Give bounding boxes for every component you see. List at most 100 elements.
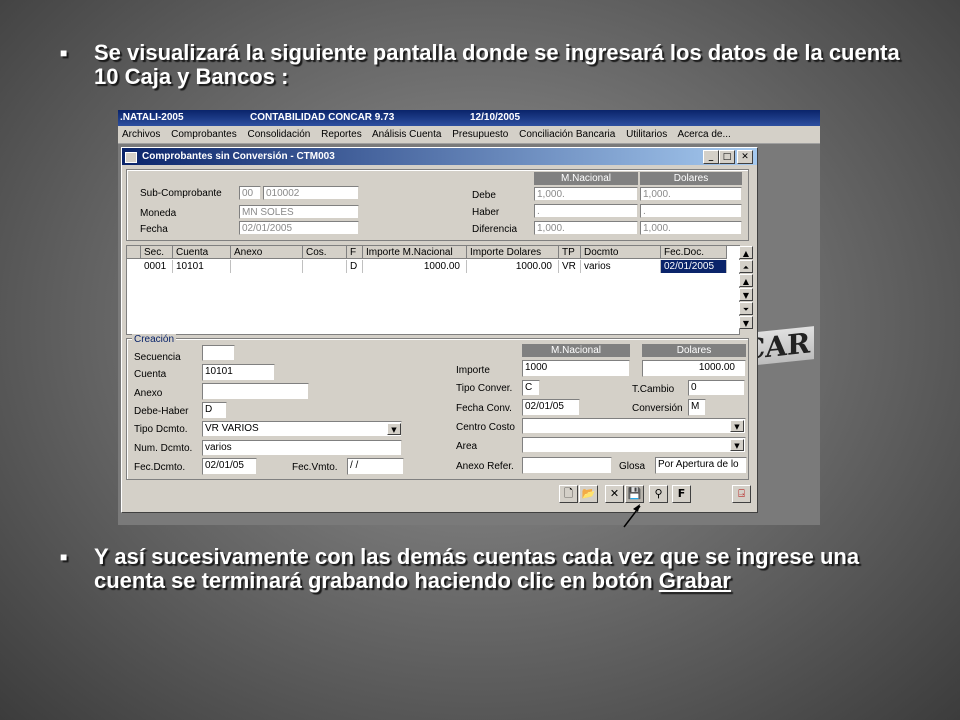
bullet-2-text: Y así sucesivamente con las demás cuenta… xyxy=(64,545,914,593)
scroll-next-icon[interactable]: ▼ xyxy=(739,288,753,301)
area-select[interactable] xyxy=(522,437,746,453)
t-cambio-label: T.Cambio xyxy=(632,384,675,395)
scroll-last-icon[interactable]: ⏷ xyxy=(739,302,753,315)
debe-haber-label: Debe-Haber xyxy=(134,406,189,417)
minimize-button[interactable]: _ xyxy=(703,150,719,164)
debe-dolares-field: 1,000. xyxy=(640,187,742,201)
scroll-first-icon[interactable]: ⏶ xyxy=(739,260,753,273)
num-dcmto-label: Num. Dcmto. xyxy=(134,443,193,454)
cell-anexo[interactable] xyxy=(231,260,303,273)
grid-header-fec-doc[interactable]: Fec.Doc. xyxy=(661,246,727,259)
app-company: .NATALI-2005 xyxy=(120,112,184,123)
grid-header-importe-dolares[interactable]: Importe Dolares xyxy=(467,246,559,259)
menu-utilitarios[interactable]: Utilitarios xyxy=(626,129,667,140)
haber-dolares-field: . xyxy=(640,204,742,218)
chevron-down-icon[interactable]: ▼ xyxy=(387,423,401,435)
anexo-refer-field[interactable] xyxy=(522,457,612,474)
save-disk-icon[interactable]: 💾 xyxy=(625,485,644,503)
subcomprobante-code-field[interactable]: 00 xyxy=(239,186,261,200)
maximize-button[interactable]: □ xyxy=(719,150,735,164)
slide-bullet-1: ■ Se visualizará la siguiente pantalla d… xyxy=(60,40,914,89)
haber-nacional-field: . xyxy=(534,204,638,218)
importe-dolares-field[interactable]: 1000.00 xyxy=(642,360,746,377)
chevron-down-icon[interactable]: ▼ xyxy=(730,439,744,451)
grid-header-f[interactable]: F xyxy=(347,246,363,259)
tipo-dcmto-select[interactable]: VR VARIOS xyxy=(202,421,402,437)
menu-analisis-cuenta[interactable]: Análisis Cuenta xyxy=(372,129,441,140)
exit-door-icon[interactable]: ⍈ xyxy=(732,485,751,503)
grid-header-anexo[interactable]: Anexo xyxy=(231,246,303,259)
cell-importe-nacional[interactable]: 1000.00 xyxy=(363,260,467,273)
cell-cos[interactable] xyxy=(303,260,347,273)
creacion-col-dolares: Dolares xyxy=(642,344,746,357)
area-label: Area xyxy=(456,441,478,452)
importe-nacional-field[interactable]: 1000 xyxy=(522,360,630,377)
menu-archivos[interactable]: Archivos xyxy=(122,129,160,140)
new-document-icon[interactable]: 🗋 xyxy=(559,485,578,503)
square-bullet-icon: ■ xyxy=(60,46,68,60)
scroll-prev-icon[interactable]: ▲ xyxy=(739,274,753,287)
cell-f[interactable]: D xyxy=(347,260,363,273)
close-button[interactable]: ✕ xyxy=(737,150,753,164)
cuenta-field[interactable]: 10101 xyxy=(202,364,275,381)
window-title-bar: Comprobantes sin Conversión - CTM003 _ □… xyxy=(122,148,757,165)
fec-vmto-label: Fec.Vmto. xyxy=(292,462,338,473)
cell-cuenta[interactable]: 10101 xyxy=(173,260,231,273)
fecha-field[interactable]: 02/01/2005 xyxy=(239,221,359,235)
fec-dcmto-field[interactable]: 02/01/05 xyxy=(202,458,257,475)
grid-header-importe-nacional[interactable]: Importe M.Nacional xyxy=(363,246,467,259)
menu-acerca-de[interactable]: Acerca de... xyxy=(677,129,730,140)
slide-bullet-2: ■ Y así sucesivamente con las demás cuen… xyxy=(60,545,914,593)
fecha-conv-field[interactable]: 02/01/05 xyxy=(522,399,580,416)
anexo-field[interactable] xyxy=(202,383,309,400)
cell-fec-doc[interactable]: 02/01/2005 xyxy=(661,260,727,273)
grid-header-docmto[interactable]: Docmto xyxy=(581,246,661,259)
entries-grid: Sec. Cuenta Anexo Cos. F Importe M.Nacio… xyxy=(126,245,740,335)
binoculars-icon[interactable]: ⚲ xyxy=(649,485,668,503)
moneda-field[interactable]: MN SOLES xyxy=(239,205,359,219)
grid-header-cuenta[interactable]: Cuenta xyxy=(173,246,231,259)
tipo-dcmto-label: Tipo Dcmto. xyxy=(134,424,188,435)
diferencia-nacional-field: 1,000. xyxy=(534,221,638,235)
diferencia-label: Diferencia xyxy=(472,224,518,235)
debe-label: Debe xyxy=(472,190,496,201)
app-title-bar: .NATALI-2005 CONTABILIDAD CONCAR 9.73 12… xyxy=(118,110,820,126)
menu-comprobantes[interactable]: Comprobantes xyxy=(171,129,237,140)
square-bullet-icon: ■ xyxy=(60,550,68,564)
centro-costo-select[interactable] xyxy=(522,418,746,434)
menu-presupuesto[interactable]: Presupuesto xyxy=(452,129,508,140)
cell-importe-dolares[interactable]: 1000.00 xyxy=(467,260,559,273)
grid-header-tp[interactable]: TP xyxy=(559,246,581,259)
grid-header-cos[interactable]: Cos. xyxy=(303,246,347,259)
scroll-up-icon[interactable]: ▲ xyxy=(739,246,753,259)
f-button[interactable]: F xyxy=(672,485,691,503)
menu-conciliacion-bancaria[interactable]: Conciliación Bancaria xyxy=(519,129,615,140)
tipo-conver-label: Tipo Conver. xyxy=(456,383,513,394)
app-name: CONTABILIDAD CONCAR 9.73 xyxy=(250,112,395,123)
glosa-field[interactable]: Por Apertura de lo xyxy=(655,457,747,474)
debe-haber-field[interactable]: D xyxy=(202,402,227,419)
creacion-group-label: Creación xyxy=(132,334,177,345)
open-folder-icon[interactable]: 📂 xyxy=(579,485,598,503)
fec-vmto-field[interactable]: / / xyxy=(347,458,404,475)
num-dcmto-field[interactable]: varios xyxy=(202,440,402,456)
header-col-nacional: M.Nacional xyxy=(534,172,638,185)
cell-docmto[interactable]: varios xyxy=(581,260,661,273)
secuencia-field[interactable] xyxy=(202,345,235,361)
centro-costo-label: Centro Costo xyxy=(456,422,515,433)
conversion-field[interactable]: M xyxy=(688,399,706,416)
subcomprobante-number-field[interactable]: 010002 xyxy=(263,186,359,200)
scroll-down-icon[interactable]: ▼ xyxy=(739,316,753,329)
tipo-conver-field[interactable]: C xyxy=(522,380,540,396)
cell-sec[interactable]: 0001 xyxy=(141,260,173,273)
cell-tp[interactable]: VR xyxy=(559,260,581,273)
menu-consolidacion[interactable]: Consolidación xyxy=(248,129,311,140)
delete-x-icon[interactable]: ✕ xyxy=(605,485,624,503)
t-cambio-field[interactable]: 0 xyxy=(688,380,745,396)
chevron-down-icon[interactable]: ▼ xyxy=(730,420,744,432)
menu-reportes[interactable]: Reportes xyxy=(321,129,362,140)
bullet-1-text: Se visualizará la siguiente pantalla don… xyxy=(94,40,900,89)
grid-row-indicator xyxy=(127,246,141,259)
grid-header-sec[interactable]: Sec. xyxy=(141,246,173,259)
haber-label: Haber xyxy=(472,207,500,218)
